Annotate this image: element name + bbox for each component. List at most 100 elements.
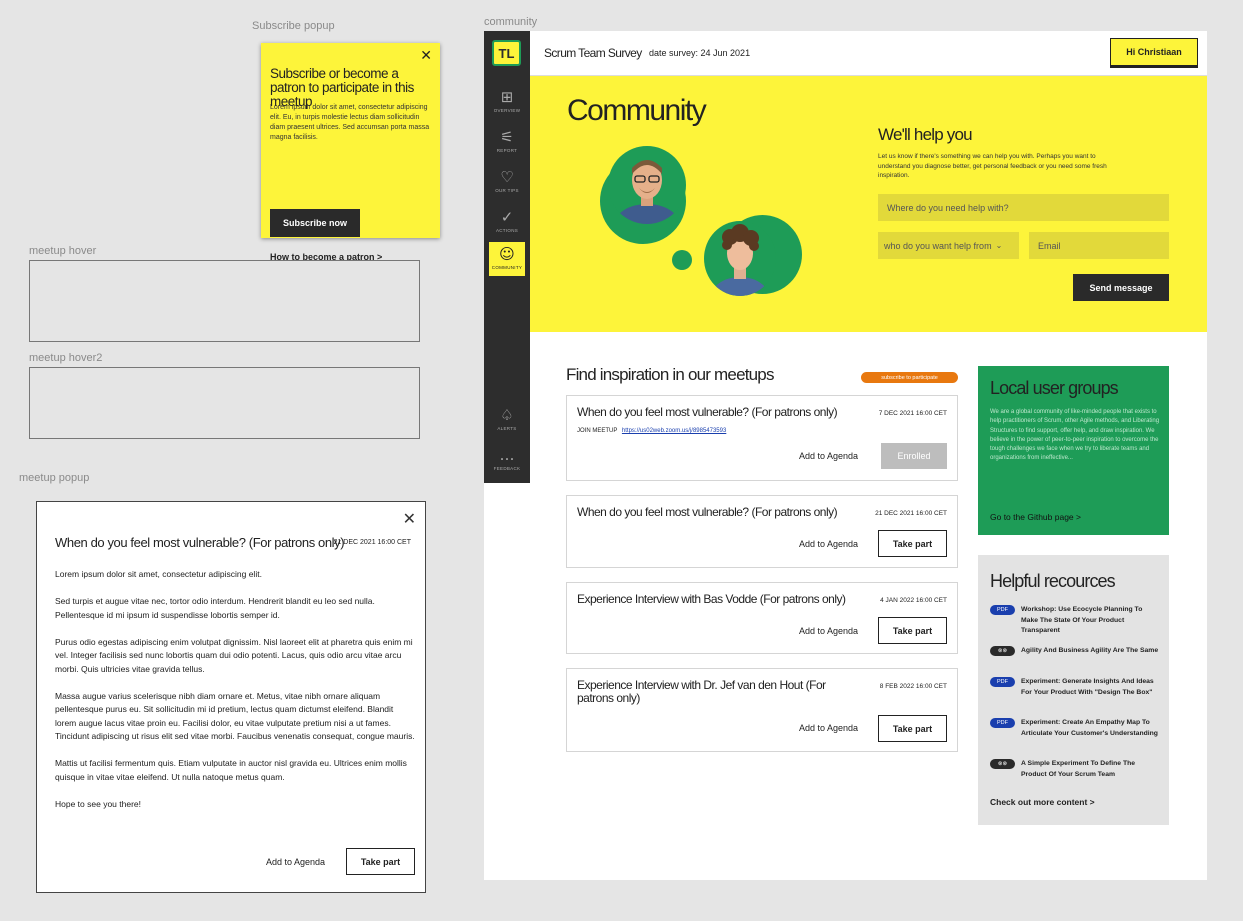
meetup-popup-title: When do you feel most vulnerable? (For p… <box>55 535 345 550</box>
meetup-date: 8 FEB 2022 16:00 CET <box>879 683 947 690</box>
sidebar-item-community[interactable]: ☺ COMMUNITY <box>489 242 525 276</box>
pdf-badge: PDF <box>990 605 1015 615</box>
close-icon[interactable]: ✕ <box>403 509 416 528</box>
subscribe-now-button[interactable]: Subscribe now <box>270 209 360 237</box>
resource-item[interactable]: PDF Experiment: Generate Insights And Id… <box>990 677 1165 709</box>
add-to-agenda-button[interactable]: Add to Agenda <box>799 539 858 549</box>
help-heading: We'll help you <box>878 125 973 144</box>
take-part-button[interactable]: Take part <box>878 715 947 742</box>
resource-item[interactable]: PDF Workshop: Use Ecocycle Planning To M… <box>990 605 1165 637</box>
pdf-badge: PDF <box>990 677 1015 687</box>
meetup-title: When do you feel most vulnerable? (For p… <box>577 505 838 519</box>
sidebar-item-label: ACTIONS <box>495 228 519 233</box>
email-field[interactable]: Email <box>1029 232 1169 259</box>
take-part-button[interactable]: Take part <box>346 848 415 875</box>
overview-icon: ⊞ <box>500 88 514 106</box>
community-hero: Community We'll help you Let us know if … <box>530 76 1207 332</box>
recipient-select[interactable]: who do you want help from ⌄ <box>878 232 1019 259</box>
subscribe-badge[interactable]: subscribe to participate <box>861 372 958 383</box>
meetup-popup-paragraph: Massa augue varius scelerisque nibh diam… <box>55 690 415 742</box>
resource-title: A Simple Experiment To Define The Produc… <box>1021 760 1136 778</box>
meetups-heading: Find inspiration in our meetups <box>566 365 774 384</box>
groups-heading: Local user groups <box>990 378 1119 398</box>
meetup-popup-paragraph: Lorem ipsum dolor sit amet, consectetur … <box>55 569 262 579</box>
resource-item[interactable]: ⊗⊗ A Simple Experiment To Define The Pro… <box>990 759 1165 781</box>
more-content-link[interactable]: Check out more content > <box>990 797 1095 807</box>
subscribe-popup-text: Lorem ipsum dolor sit amet, consectetur … <box>270 104 430 141</box>
sidebar-item-label: OVERVIEW <box>493 108 521 113</box>
page-title: Community <box>567 94 707 127</box>
top-bar: Scrum Team Survey date survey: 24 Jun 20… <box>530 31 1207 76</box>
survey-date: date survey: 24 Jun 2021 <box>649 48 751 58</box>
meetup-date: 7 DEC 2021 16:00 CET <box>878 410 947 417</box>
canvas-label-meetup-hover: meetup hover <box>29 245 97 257</box>
github-link[interactable]: Go to the Github page > <box>990 512 1081 522</box>
meetup-popup-body: Lorem ipsum dolor sit amet, consectetur … <box>55 568 415 825</box>
avatar <box>608 146 686 224</box>
sidebar-item-feedback[interactable]: … FEEDBACK <box>484 447 530 471</box>
sidebar-item-overview[interactable]: ⊞ OVERVIEW <box>484 89 530 113</box>
close-icon[interactable]: ✕ <box>420 48 432 64</box>
help-topic-input[interactable]: Where do you need help with? <box>878 194 1169 221</box>
person-photo-icon <box>704 221 776 296</box>
meetup-title: Experience Interview with Bas Vodde (For… <box>577 592 846 606</box>
sidebar-item-report[interactable]: ⚟ REPORT <box>484 129 530 153</box>
take-part-button[interactable]: Take part <box>878 530 947 557</box>
sidebar-item-label: ALERTS <box>497 426 517 431</box>
sidebar-item-label: REPORT <box>496 148 518 153</box>
meetup-title: Experience Interview with Dr. Jef van de… <box>577 678 826 705</box>
meetup-card[interactable]: Experience Interview with Bas Vodde (For… <box>566 582 958 654</box>
user-menu-button[interactable]: Hi Christiaan <box>1110 38 1198 68</box>
resource-title: Agility And Business Agility Are The Sam… <box>1021 647 1159 654</box>
take-part-button[interactable]: Take part <box>878 617 947 644</box>
canvas-label-community: community <box>484 16 538 28</box>
sidebar-item-alerts[interactable]: ♤ ALERTS <box>484 407 530 431</box>
meetup-popup-date: 21 DEC 2021 16:00 CET <box>333 539 411 546</box>
sidebar-item-label: OUR TIPS <box>495 188 519 193</box>
community-icon: ☺ <box>499 245 515 263</box>
meetup-popup-paragraph: Mattis ut facilisi fermentum quis. Etiam… <box>55 758 407 782</box>
meetup-card[interactable]: Experience Interview with Dr. Jef van de… <box>566 668 958 752</box>
meetup-popup-paragraph: Purus odio egestas adipiscing enim volut… <box>55 636 413 674</box>
person-photo-icon <box>608 146 686 224</box>
sidebar-item-actions[interactable]: ✓ ACTIONS <box>484 209 530 233</box>
check-circle-icon: ✓ <box>500 208 514 226</box>
meetup-hover2-frame <box>29 367 420 439</box>
canvas-label-meetup-hover2: meetup hover2 <box>29 352 103 364</box>
add-to-agenda-button[interactable]: Add to Agenda <box>799 626 858 636</box>
avatar <box>704 221 776 296</box>
resources-heading: Helpful recources <box>990 571 1116 591</box>
enrolled-button: Enrolled <box>881 443 947 469</box>
sidebar-item-our-tips[interactable]: ♡ OUR TIPS <box>484 169 530 193</box>
join-meetup-row: JOIN MEETUP https://us02web.zoom.us/j/89… <box>577 428 726 434</box>
resource-title: Workshop: Use Ecocycle Planning To Make … <box>1021 606 1143 634</box>
decorative-blob <box>672 250 692 270</box>
community-page: TL ⊞ OVERVIEW ⚟ REPORT ♡ OUR TIPS ✓ ACTI… <box>484 31 1207 880</box>
app-logo[interactable]: TL <box>492 40 521 66</box>
recipient-select-value: who do you want help from <box>884 240 992 251</box>
groups-text: We are a global community of like-minded… <box>990 409 1160 462</box>
meetup-popup: ✕ When do you feel most vulnerable? (For… <box>36 501 426 893</box>
meetup-popup-paragraph: Sed turpis et augue vitae nec, tortor od… <box>55 596 375 620</box>
bell-icon: ♤ <box>500 406 514 424</box>
add-to-agenda-button[interactable]: Add to Agenda <box>799 723 858 733</box>
canvas-label-subscribe-popup: Subscribe popup <box>252 20 335 32</box>
sidebar-item-label: COMMUNITY <box>491 265 523 270</box>
sidebar-item-label: FEEDBACK <box>493 466 521 471</box>
resource-title: Experiment: Create An Empathy Map To Art… <box>1021 719 1158 737</box>
send-message-button[interactable]: Send message <box>1073 274 1169 301</box>
sidebar: TL ⊞ OVERVIEW ⚟ REPORT ♡ OUR TIPS ✓ ACTI… <box>484 31 530 483</box>
add-to-agenda-button[interactable]: Add to Agenda <box>266 857 325 867</box>
add-to-agenda-button[interactable]: Add to Agenda <box>799 451 858 461</box>
canvas-label-meetup-popup: meetup popup <box>19 472 90 484</box>
meetup-card[interactable]: When do you feel most vulnerable? (For p… <box>566 495 958 568</box>
subscribe-popup: ✕ Subscribe or become a patron to partic… <box>261 43 440 262</box>
meetup-card[interactable]: When do you feel most vulnerable? (For p… <box>566 395 958 481</box>
meetup-date: 4 JAN 2022 16:00 CET <box>880 597 947 604</box>
report-icon: ⚟ <box>500 128 514 146</box>
chat-icon: … <box>499 446 515 464</box>
resource-item[interactable]: PDF Experiment: Create An Empathy Map To… <box>990 718 1165 750</box>
join-meetup-label: JOIN MEETUP <box>577 428 618 434</box>
meetup-zoom-link[interactable]: https://us02web.zoom.us/j/8985473593 <box>622 428 726 434</box>
resource-item[interactable]: ⊗⊗ Agility And Business Agility Are The … <box>990 646 1165 668</box>
